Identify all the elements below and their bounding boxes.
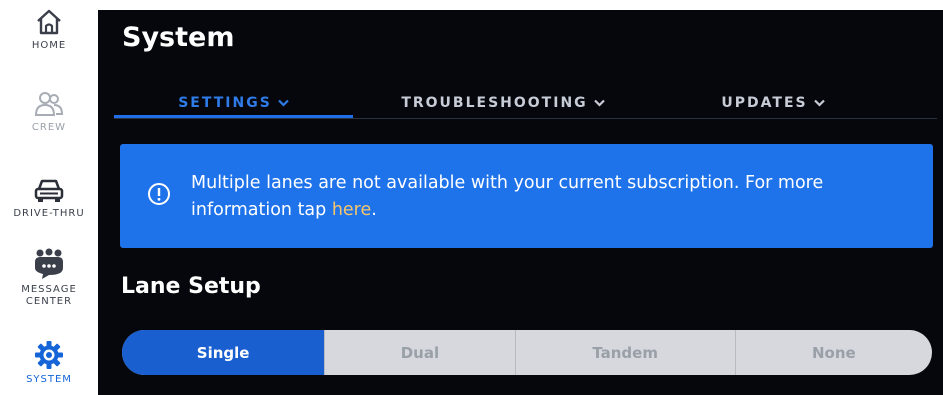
lane-setup-selector: Single Dual Tandem None (122, 330, 932, 375)
subscription-banner: Multiple lanes are not available with yo… (120, 144, 933, 248)
lane-option-tandem[interactable]: Tandem (516, 330, 736, 375)
home-icon (37, 9, 61, 35)
gear-icon (35, 341, 63, 369)
active-tab-indicator (114, 115, 353, 118)
section-title-lane-setup: Lane Setup (121, 274, 261, 299)
lane-option-single[interactable]: Single (122, 330, 326, 375)
tab-label: UPDATES (721, 95, 808, 111)
banner-message: Multiple lanes are not available with yo… (191, 170, 911, 224)
tab-settings[interactable]: SETTINGS (114, 90, 353, 116)
car-icon (34, 179, 64, 202)
sidebar-item-system[interactable]: SYSTEM (0, 340, 98, 386)
tab-label: TROUBLESHOOTING (401, 95, 588, 111)
banner-suffix: . (371, 200, 377, 220)
info-icon (148, 183, 170, 205)
crew-icon (34, 92, 64, 116)
tab-troubleshooting[interactable]: TROUBLESHOOTING (353, 90, 653, 116)
chevron-down-icon (813, 99, 825, 107)
sidebar-item-label: HOME (31, 40, 67, 51)
banner-text: Multiple lanes are not available with yo… (191, 173, 824, 220)
sidebar-item-crew[interactable]: CREW (0, 90, 98, 134)
message-center-icon (35, 248, 63, 279)
sidebar-item-home[interactable]: HOME (0, 8, 98, 52)
banner-link[interactable]: here (332, 200, 371, 220)
tab-label: SETTINGS (178, 95, 272, 111)
sidebar-item-message-center[interactable]: MESSAGE CENTER (0, 248, 98, 308)
sidebar-item-label: MESSAGE CENTER (21, 284, 77, 307)
sidebar: HOME CREW DRIVE-THRU MESSAGE CENTER SYST… (0, 0, 98, 395)
chevron-down-icon (593, 99, 605, 107)
tab-bar: SETTINGS TROUBLESHOOTING UPDATES (114, 90, 937, 119)
tab-updates[interactable]: UPDATES (653, 90, 893, 116)
sidebar-item-label: DRIVE-THRU (13, 208, 85, 219)
page-title: System (122, 22, 235, 53)
lane-option-none[interactable]: None (736, 330, 932, 375)
lane-option-dual[interactable]: Dual (325, 330, 516, 375)
main-panel: System SETTINGS TROUBLESHOOTING UPDATES (98, 10, 943, 395)
sidebar-item-label: CREW (31, 122, 67, 133)
sidebar-item-label: SYSTEM (26, 374, 72, 385)
sidebar-item-drive-thru[interactable]: DRIVE-THRU (0, 178, 98, 220)
chevron-down-icon (278, 99, 289, 107)
